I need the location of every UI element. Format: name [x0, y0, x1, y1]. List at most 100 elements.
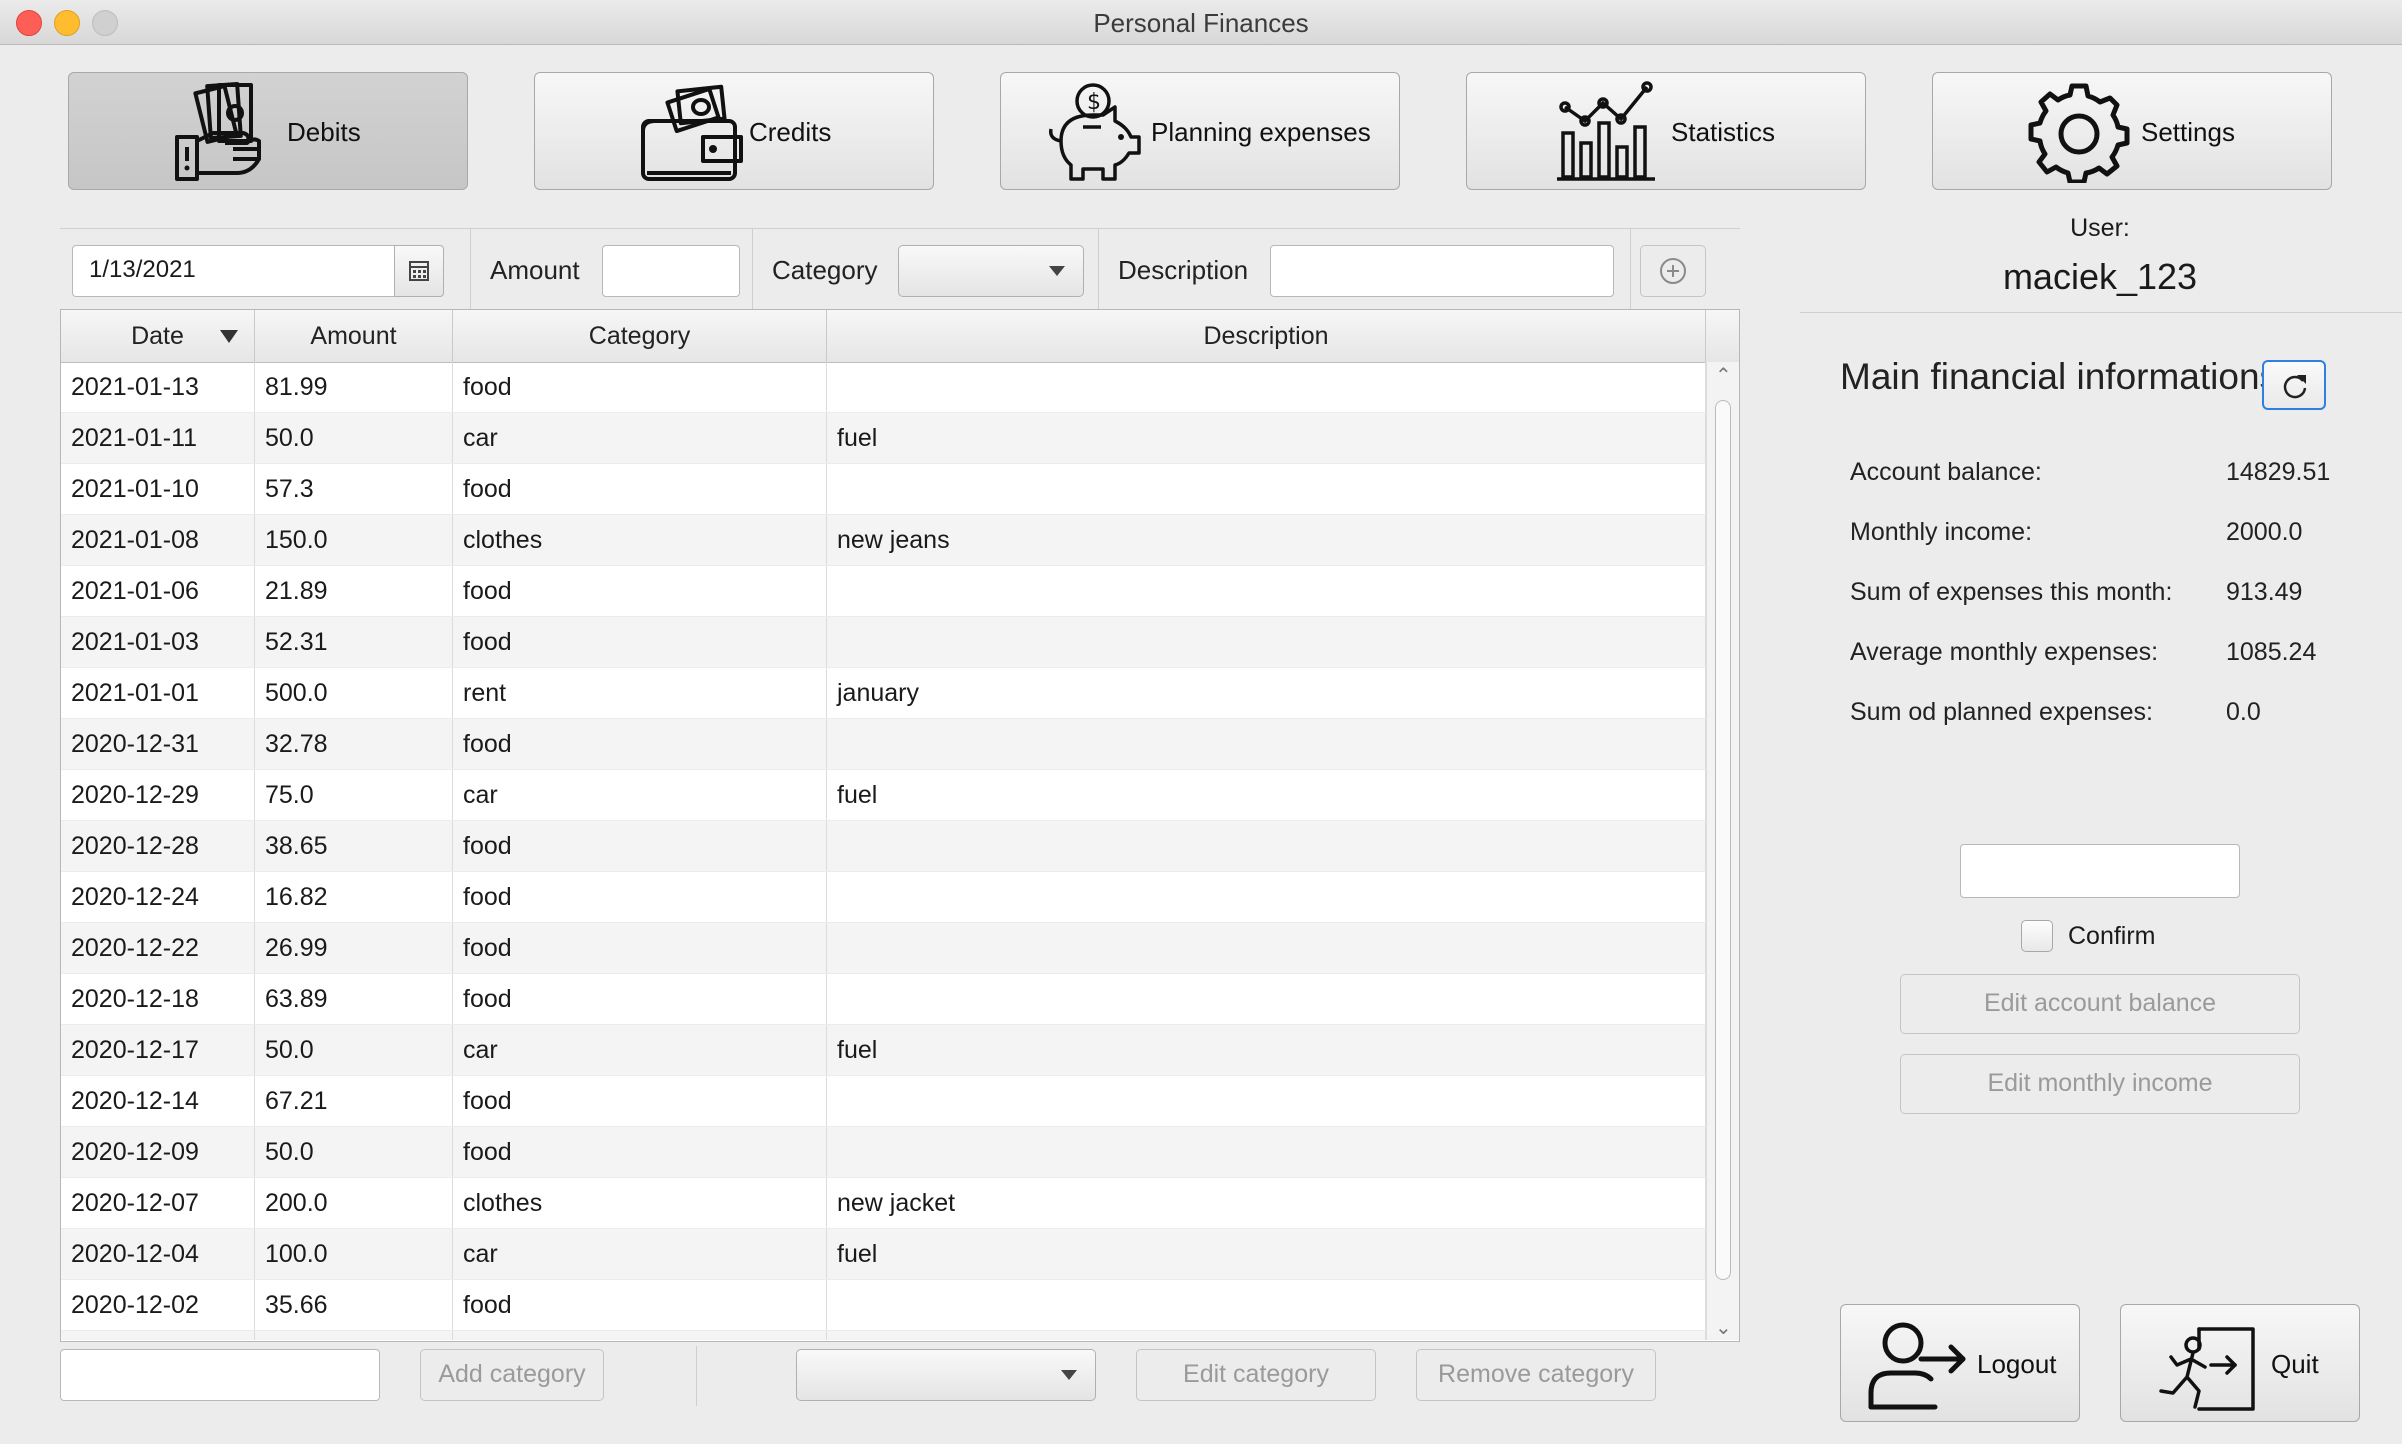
calendar-icon: [409, 261, 429, 281]
cell-category: car: [453, 413, 827, 463]
table-row[interactable]: 2021-01-06 21.89 food: [61, 566, 1706, 617]
cell-category: food: [453, 1127, 827, 1177]
info-label: Average monthly expenses:: [1850, 638, 2159, 666]
cell-description: [827, 1127, 1706, 1177]
edit-monthly-income-button[interactable]: Edit monthly income: [1900, 1054, 2300, 1114]
cell-description: [827, 1076, 1706, 1126]
table-body: 2021-01-13 81.99 food 2021-01-11 50.0 car fuel…: [61, 362, 1706, 1340]
edit-value-input[interactable]: [1960, 844, 2240, 898]
separator: [696, 1346, 697, 1406]
planning-expenses-label: Planning expenses: [1151, 117, 1371, 147]
description-input[interactable]: [1270, 245, 1614, 297]
table-row[interactable]: 2020-12-04 100.0 car fuel: [61, 1229, 1706, 1280]
cell-date: 2020-12-17: [61, 1025, 255, 1075]
cell-amount: 50.0: [255, 1127, 453, 1177]
table-row[interactable]: 2020-12-28 38.65 food: [61, 821, 1706, 872]
debits-button[interactable]: Debits: [68, 72, 468, 190]
scroll-down-icon[interactable]: ⌄: [1715, 1318, 1732, 1338]
cell-description: new jacket: [827, 1178, 1706, 1228]
credits-button[interactable]: Credits: [534, 72, 934, 190]
table-row[interactable]: 2021-01-13 81.99 food: [61, 362, 1706, 413]
cell-date: 2020-12-14: [61, 1076, 255, 1126]
column-header-date[interactable]: Date: [61, 310, 255, 362]
info-value: 2000.0: [2226, 518, 2303, 546]
table-row[interactable]: 2020-12-07 200.0 clothes new jacket: [61, 1178, 1706, 1229]
cell-amount: 38.65: [255, 821, 453, 871]
planning-expenses-button[interactable]: $ Planning expenses: [1000, 72, 1400, 190]
cell-amount: 81.99: [255, 362, 453, 412]
column-header-category[interactable]: Category: [453, 310, 827, 362]
category-select[interactable]: [898, 245, 1084, 297]
column-header-amount[interactable]: Amount: [255, 310, 453, 362]
cell-category: car: [453, 770, 827, 820]
cell-date: 2021-01-01: [61, 668, 255, 718]
category-choice-select[interactable]: [796, 1349, 1096, 1401]
chevron-down-icon: [1049, 266, 1065, 276]
piggy-bank-icon: $: [1048, 83, 1141, 181]
logout-icon: [1868, 1322, 1966, 1410]
table-row[interactable]: 2020-12-09 50.0 food: [61, 1127, 1706, 1178]
description-label: Description: [1118, 255, 1249, 285]
settings-label: Settings: [2141, 117, 2235, 147]
table-row[interactable]: 2020-12-22 26.99 food: [61, 923, 1706, 974]
table-row[interactable]: 2020-12-14 67.21 food: [61, 1076, 1706, 1127]
amount-input[interactable]: [602, 245, 740, 297]
vertical-scrollbar[interactable]: ⌃ ⌄: [1706, 362, 1739, 1340]
cell-description: [827, 974, 1706, 1024]
info-label: Monthly income:: [1850, 518, 2033, 546]
cell-description: [827, 719, 1706, 769]
table-row[interactable]: 2021-01-01 500.0 rent january: [61, 668, 1706, 719]
table-row[interactable]: 2020-12-02 35.66 food: [61, 1280, 1706, 1331]
chevron-down-icon: [1061, 1370, 1077, 1380]
column-header-description[interactable]: Description: [827, 310, 1706, 362]
info-label: Sum od planned expenses:: [1850, 698, 2153, 726]
table-row[interactable]: 2020-12-29 75.0 car fuel: [61, 770, 1706, 821]
table-row[interactable]: 2020-12-24 16.82 food: [61, 872, 1706, 923]
cell-amount: 200.0: [255, 1178, 453, 1228]
edit-account-balance-button[interactable]: Edit account balance: [1900, 974, 2300, 1034]
quit-button[interactable]: Quit: [2120, 1304, 2360, 1422]
table-row[interactable]: 2020-12-18 63.89 food: [61, 974, 1706, 1025]
cell-date: 2020-12-29: [61, 770, 255, 820]
cell-amount: 500.0: [255, 1331, 453, 1340]
confirm-checkbox[interactable]: [2021, 920, 2053, 952]
debits-table: Date Amount Category Description 2021-01…: [60, 309, 1740, 1342]
scroll-up-icon[interactable]: ⌃: [1715, 366, 1732, 386]
cell-amount: 67.21: [255, 1076, 453, 1126]
table-row[interactable]: 2020-12-17 50.0 car fuel: [61, 1025, 1706, 1076]
cell-date: 2021-01-06: [61, 566, 255, 616]
table-row[interactable]: 2021-01-11 50.0 car fuel: [61, 413, 1706, 464]
add-debit-button[interactable]: [1640, 245, 1706, 297]
date-field[interactable]: 1/13/2021: [72, 245, 396, 297]
cell-description: [827, 821, 1706, 871]
table-row[interactable]: 2020-12-31 32.78 food: [61, 719, 1706, 770]
edit-category-button[interactable]: Edit category: [1136, 1349, 1376, 1401]
table-row[interactable]: 2021-01-03 52.31 food: [61, 617, 1706, 668]
statistics-button[interactable]: Statistics: [1466, 72, 1866, 190]
gear-icon: [2028, 83, 2130, 183]
cash-hand-icon: [175, 82, 261, 181]
new-category-input[interactable]: [60, 1349, 380, 1401]
settings-button[interactable]: Settings: [1932, 72, 2332, 190]
info-value: 1085.24: [2226, 638, 2317, 666]
table-row[interactable]: 2021-01-10 57.3 food: [61, 464, 1706, 515]
cell-date: 2020-12-24: [61, 872, 255, 922]
cell-description: new jeans: [827, 515, 1706, 565]
cell-date: 2020-12-02: [61, 1280, 255, 1330]
logout-button[interactable]: Logout: [1840, 1304, 2080, 1422]
cell-category: food: [453, 362, 827, 412]
table-row[interactable]: 2021-01-08 150.0 clothes new jeans: [61, 515, 1706, 566]
cell-description: [827, 464, 1706, 514]
remove-category-button[interactable]: Remove category: [1416, 1349, 1656, 1401]
cell-category: car: [453, 1229, 827, 1279]
scrollbar-thumb[interactable]: [1715, 400, 1731, 1280]
column-header-filler: [1706, 310, 1739, 362]
table-row[interactable]: 2020-12-01500.0rentdecember: [61, 1331, 1706, 1340]
date-picker-button[interactable]: [394, 245, 444, 297]
cell-description: [827, 923, 1706, 973]
cell-amount: 32.78: [255, 719, 453, 769]
cell-date: 2020-12-01: [61, 1331, 255, 1340]
add-category-button[interactable]: Add category: [420, 1349, 604, 1401]
refresh-button[interactable]: [2262, 360, 2326, 410]
username: maciek_123: [2002, 256, 2198, 297]
